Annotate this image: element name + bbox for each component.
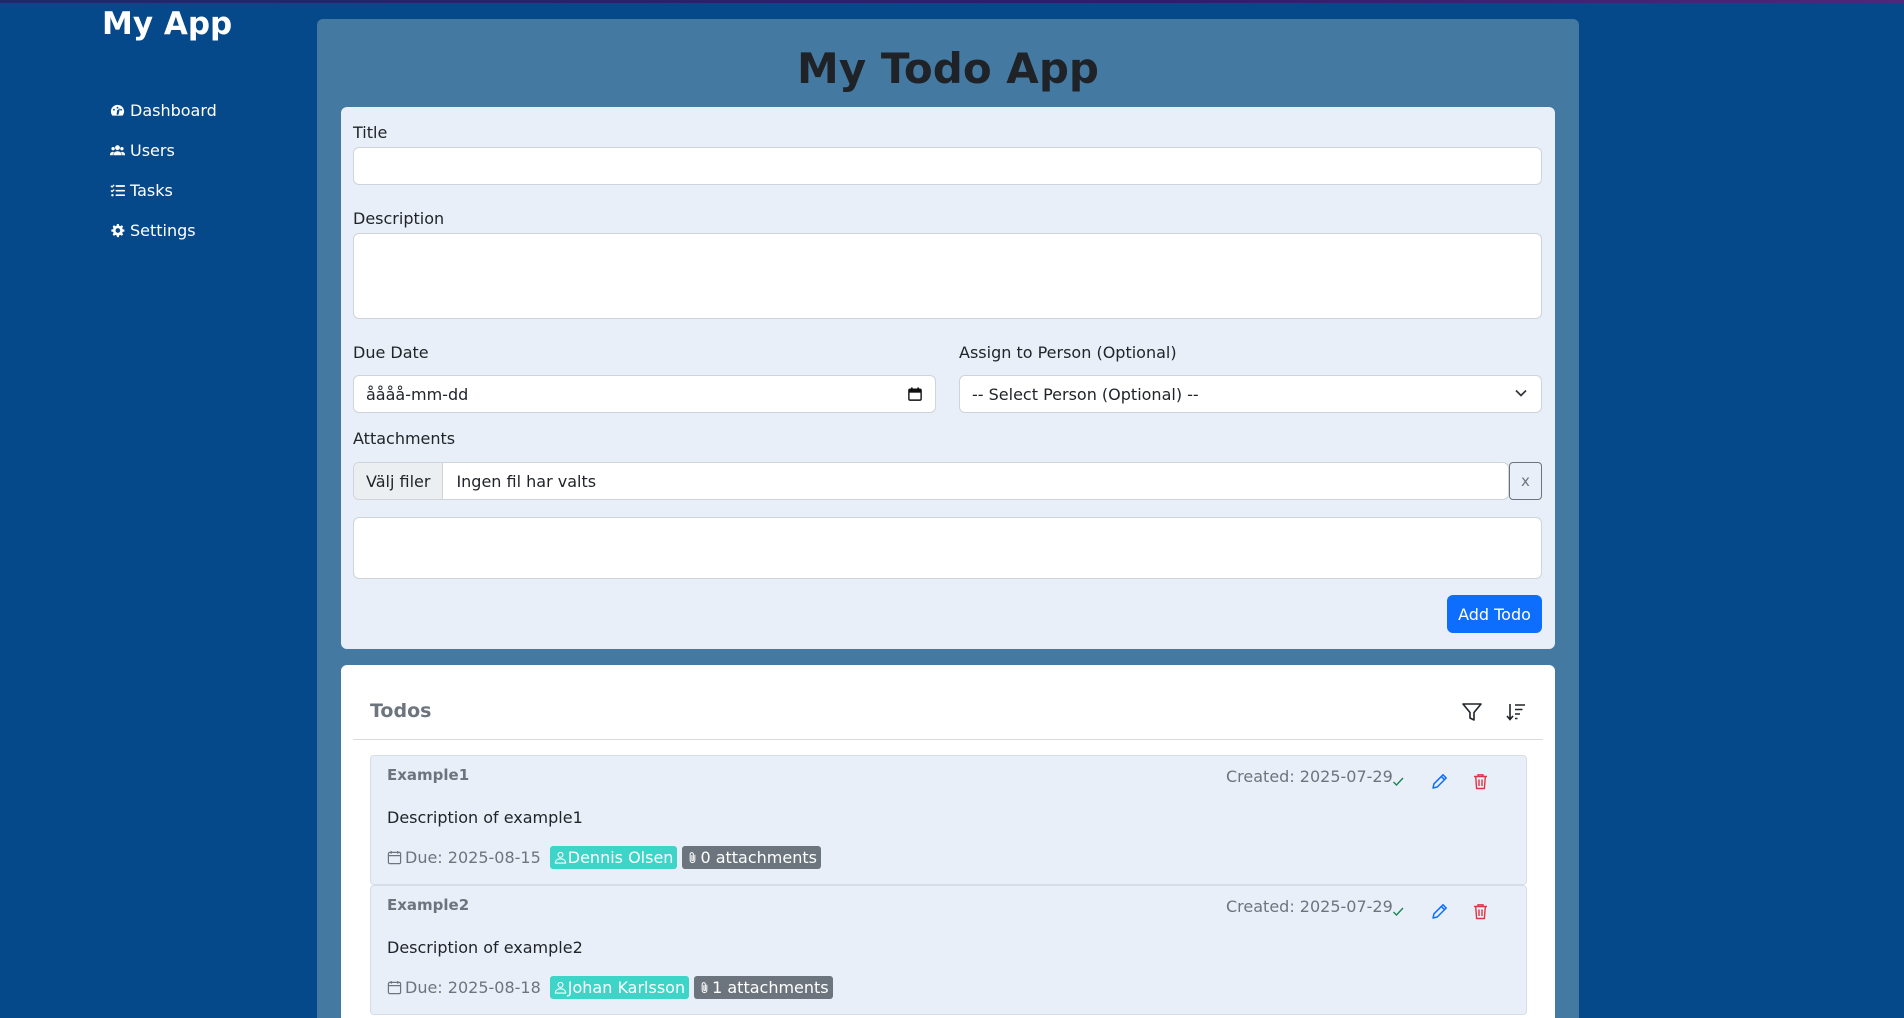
calendar-icon <box>387 980 402 995</box>
page-title: My Todo App <box>797 44 1099 93</box>
gear-icon <box>109 222 125 238</box>
sidebar-item-tasks[interactable]: Tasks <box>109 170 217 210</box>
assign-selected-value: -- Select Person (Optional) -- <box>972 384 1199 404</box>
dashboard-icon <box>109 102 125 118</box>
calendar-icon[interactable] <box>908 387 922 401</box>
title-label: Title <box>353 123 388 142</box>
assigned-person-name: Johan Karlsson <box>567 978 686 997</box>
assign-person-select[interactable]: -- Select Person (Optional) -- <box>959 375 1542 413</box>
person-icon <box>554 851 566 864</box>
sidebar-item-label: Tasks <box>130 180 173 200</box>
assigned-person-name: Dennis Olsen <box>567 848 674 867</box>
title-input[interactable] <box>353 147 1542 185</box>
due-date-label: Due Date <box>353 343 429 362</box>
sidebar-item-settings[interactable]: Settings <box>109 210 217 250</box>
attachments-badge: 0 attachments <box>682 846 821 869</box>
due-date-text: Due: 2025-08-15 <box>405 848 541 867</box>
pencil-icon[interactable] <box>1430 902 1449 921</box>
todo-created-date: Created: 2025-07-29 <box>1226 767 1393 786</box>
todo-actions <box>1389 902 1490 921</box>
due-date-text: Due: 2025-08-18 <box>405 978 541 997</box>
trash-icon[interactable] <box>1471 902 1490 921</box>
attachments-badge: 1 attachments <box>694 976 833 999</box>
todo-title: Example2 <box>387 896 470 914</box>
assigned-person-badge: Dennis Olsen <box>549 846 678 869</box>
due-date-input[interactable]: åååå-mm-dd <box>353 375 936 413</box>
due-date: Due: 2025-08-18 <box>387 978 541 997</box>
calendar-icon <box>387 850 402 865</box>
todo-item: Example1 Created: 2025-07-29 Description… <box>370 755 1527 885</box>
check-icon[interactable] <box>1389 902 1408 921</box>
choose-files-button[interactable]: Välj filer <box>354 463 444 499</box>
sort-icon[interactable] <box>1505 701 1527 723</box>
todo-description: Description of example1 <box>387 808 583 827</box>
attachments-preview-area <box>353 517 1542 579</box>
users-icon <box>109 142 125 158</box>
todos-card: Todos Example1 Created: 2025-07-29 Descr… <box>341 665 1555 1018</box>
sidebar: My App Dashboard Users Tasks Settings <box>0 0 316 1018</box>
paperclip-icon <box>690 852 696 864</box>
list-toolbar <box>1461 701 1527 723</box>
trash-icon[interactable] <box>1471 772 1490 791</box>
divider <box>353 739 1543 740</box>
attachments-label: Attachments <box>353 429 456 448</box>
todo-item: Example2 Created: 2025-07-29 Description… <box>370 885 1527 1015</box>
sidebar-nav: Dashboard Users Tasks Settings <box>109 90 217 250</box>
file-input[interactable]: Välj filer Ingen fil har valts <box>353 462 1509 500</box>
todos-heading: Todos <box>370 700 432 722</box>
pencil-icon[interactable] <box>1430 772 1449 791</box>
todo-description: Description of example2 <box>387 938 583 957</box>
sidebar-item-label: Dashboard <box>130 100 217 120</box>
attachments-count: 1 attachments <box>712 978 829 997</box>
file-status-text: Ingen fil har valts <box>456 471 597 491</box>
sidebar-item-label: Settings <box>130 220 196 240</box>
due-date: Due: 2025-08-15 <box>387 848 541 867</box>
todo-meta: Due: 2025-08-15 Dennis Olsen 0 attachmen… <box>387 846 821 869</box>
check-icon[interactable] <box>1389 772 1408 791</box>
description-textarea[interactable] <box>353 233 1542 319</box>
tasks-icon <box>109 182 125 198</box>
add-todo-form: Title Description Due Date åååå-mm-dd As… <box>341 107 1555 649</box>
paperclip-icon <box>701 982 708 994</box>
sidebar-item-label: Users <box>130 140 175 160</box>
description-label: Description <box>353 209 445 228</box>
person-icon <box>554 981 566 994</box>
sidebar-item-users[interactable]: Users <box>109 130 217 170</box>
todo-actions <box>1389 772 1490 791</box>
due-date-placeholder: åååå-mm-dd <box>366 384 469 404</box>
brand-title: My App <box>102 6 233 42</box>
main-panel: My Todo App Title Description Due Date å… <box>317 19 1579 1018</box>
todo-created-date: Created: 2025-07-29 <box>1226 897 1393 916</box>
add-todo-button[interactable]: Add Todo <box>1447 595 1542 633</box>
clear-files-button[interactable]: x <box>1509 462 1542 500</box>
todo-title: Example1 <box>387 766 470 784</box>
attachments-count: 0 attachments <box>700 848 817 867</box>
todo-meta: Due: 2025-08-18 Johan Karlsson 1 attachm… <box>387 976 833 999</box>
chevron-down-icon <box>1515 389 1527 397</box>
assigned-person-badge: Johan Karlsson <box>549 976 690 999</box>
sidebar-item-dashboard[interactable]: Dashboard <box>109 90 217 130</box>
filter-icon[interactable] <box>1461 701 1483 723</box>
assign-label: Assign to Person (Optional) <box>959 343 1177 362</box>
